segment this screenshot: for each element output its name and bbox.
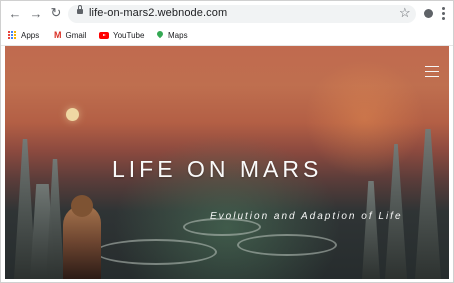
- city-ring: [95, 239, 217, 265]
- back-button[interactable]: ←: [7, 5, 23, 21]
- apps-icon: [8, 30, 17, 40]
- youtube-icon: [99, 31, 109, 39]
- extension-icon[interactable]: [424, 9, 433, 18]
- gmail-icon: M: [54, 30, 62, 40]
- forward-button[interactable]: →: [28, 5, 44, 21]
- bookmark-label: Apps: [21, 30, 40, 40]
- bookmark-gmail[interactable]: M Gmail: [54, 28, 86, 42]
- city-tower: [362, 181, 380, 279]
- url-text[interactable]: life-on-mars2.webnode.com: [89, 7, 227, 19]
- sun-icon: [66, 108, 79, 121]
- browser-toolbar: ← → ↻ life-on-mars2.webnode.com ☆: [1, 1, 453, 25]
- bookmark-apps[interactable]: Apps: [8, 28, 39, 42]
- lock-icon: [77, 5, 83, 14]
- city-ring: [237, 234, 337, 256]
- page-title: LIFE ON MARS: [112, 156, 323, 182]
- bookmark-label: Maps: [168, 30, 188, 40]
- reload-button[interactable]: ↻: [48, 5, 64, 21]
- city-tower: [415, 129, 441, 279]
- browser-window: ← → ↻ life-on-mars2.webnode.com ☆ Apps M…: [0, 0, 454, 283]
- girl-silhouette: [63, 195, 101, 279]
- hamburger-menu-icon[interactable]: [425, 66, 439, 78]
- bookmark-label: Gmail: [65, 30, 87, 40]
- maps-icon: [156, 31, 164, 40]
- bookmark-star-icon[interactable]: ☆: [399, 5, 411, 21]
- bookmarks-bar: Apps M Gmail YouTube Maps: [1, 25, 453, 46]
- hero-banner: LIFE ON MARS Evolution and Adaption of L…: [5, 46, 449, 279]
- bookmark-label: YouTube: [113, 30, 145, 40]
- menu-icon[interactable]: [442, 7, 445, 20]
- bookmark-youtube[interactable]: YouTube: [99, 28, 144, 42]
- page-subtitle: Evolution and Adaption of Life: [210, 211, 403, 222]
- bookmark-maps[interactable]: Maps: [156, 28, 188, 42]
